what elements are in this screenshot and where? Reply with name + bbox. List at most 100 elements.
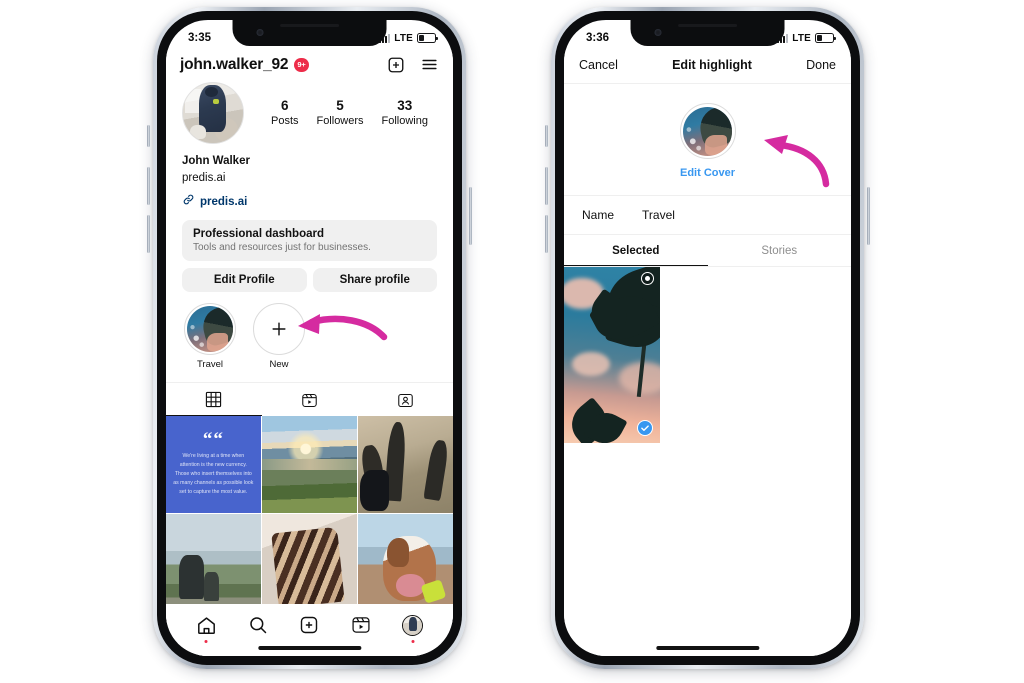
right-phone-bezel: 3:36 LTE Cancel Edit highlight Done Edit…	[555, 11, 860, 665]
stat-following[interactable]: 33 Following	[382, 98, 428, 129]
edit-highlight-navbar: Cancel Edit highlight Done	[564, 50, 851, 84]
power-button[interactable]	[469, 187, 472, 245]
tab-selected[interactable]: Selected	[564, 235, 708, 266]
power-button[interactable]	[867, 187, 870, 245]
mute-switch[interactable]	[147, 125, 150, 147]
story-highlights-row: Travel New	[166, 292, 453, 370]
link-chain-icon	[182, 193, 195, 211]
quote-mark: ““	[202, 428, 224, 450]
reels-icon	[302, 393, 317, 407]
profile-category: predis.ai	[182, 171, 226, 184]
home-indicator[interactable]	[257, 646, 362, 650]
tab-reels[interactable]	[262, 383, 358, 416]
network-label: LTE	[792, 32, 811, 44]
earpiece-speaker	[280, 24, 339, 27]
highlight-cover-thumbnail[interactable]	[679, 103, 736, 159]
edit-highlight-screen: Cancel Edit highlight Done Edit Cover Na…	[564, 50, 851, 656]
highlight-name-row[interactable]: Name Travel	[564, 196, 851, 235]
following-count: 33	[397, 97, 413, 113]
create-icon	[301, 616, 318, 634]
profile-notification-dot	[411, 639, 415, 643]
username-group[interactable]: john.walker_92 9+	[180, 56, 309, 74]
stat-posts[interactable]: 6 Posts	[271, 98, 299, 129]
left-phone-bezel: 3:35 LTE john.walker_92 9+ 6 Posts 5 Fol…	[157, 11, 462, 665]
post-tile[interactable]	[262, 416, 357, 513]
grid-icon	[206, 392, 222, 408]
story-thumbnail-image	[564, 267, 660, 444]
home-notification-dot	[204, 639, 208, 643]
highlight-new[interactable]: New	[253, 303, 305, 370]
tab-grid[interactable]	[166, 383, 262, 417]
volume-up-button[interactable]	[147, 167, 150, 205]
share-profile-button[interactable]: Share profile	[312, 268, 437, 293]
volume-down-button[interactable]	[147, 215, 150, 253]
profile-stats: 6 Posts 5 Followers 33 Following	[252, 98, 437, 129]
story-list	[564, 267, 851, 444]
profile-avatar-icon	[402, 614, 424, 636]
notification-badge: 9+	[294, 57, 309, 72]
posts-count: 6	[280, 97, 289, 113]
left-phone-screen: 3:35 LTE john.walker_92 9+ 6 Posts 5 Fol…	[166, 20, 453, 656]
status-time: 3:36	[586, 32, 610, 44]
mute-switch[interactable]	[545, 125, 548, 147]
front-camera	[256, 29, 264, 36]
story-item[interactable]	[564, 267, 660, 444]
cancel-button[interactable]: Cancel	[579, 58, 618, 72]
volume-up-button[interactable]	[545, 167, 548, 205]
profile-summary-row: 6 Posts 5 Followers 33 Following	[166, 78, 453, 144]
post-tile[interactable]: ““ We're living at a time when attention…	[166, 416, 261, 513]
profile-username: john.walker_92	[180, 55, 289, 73]
content-tabs	[166, 382, 453, 417]
highlight-travel-cover	[187, 306, 233, 353]
profile-link-text: predis.ai	[200, 196, 248, 209]
status-indicators: LTE	[777, 32, 836, 44]
reels-icon	[352, 617, 370, 633]
network-label: LTE	[394, 32, 413, 44]
profile-header: john.walker_92 9+	[166, 50, 453, 78]
name-value[interactable]: Travel	[642, 208, 675, 222]
posts-label: Posts	[270, 114, 299, 127]
tabbar-home[interactable]	[196, 615, 217, 643]
name-label: Name	[582, 208, 615, 222]
volume-down-button[interactable]	[545, 215, 548, 253]
notch	[630, 20, 785, 46]
post-tile[interactable]	[262, 514, 357, 611]
post-tile[interactable]	[358, 416, 453, 513]
tabbar-search[interactable]	[248, 615, 268, 635]
post-tile[interactable]	[358, 514, 453, 611]
tabbar-reels[interactable]	[351, 615, 371, 635]
professional-dashboard-card[interactable]: Professional dashboard Tools and resourc…	[182, 220, 437, 262]
edit-profile-button[interactable]: Edit Profile	[182, 268, 307, 293]
home-indicator[interactable]	[655, 646, 760, 650]
cover-section: Edit Cover	[564, 84, 851, 196]
new-highlight-button[interactable]	[253, 303, 305, 356]
profile-action-buttons: Edit Profile Share profile	[182, 268, 437, 293]
followers-count: 5	[336, 97, 344, 113]
tabbar-create[interactable]	[299, 615, 319, 635]
tagged-icon	[397, 393, 413, 407]
plus-square-icon[interactable]	[387, 56, 405, 74]
edit-cover-button[interactable]: Edit Cover	[680, 167, 735, 179]
plus-icon	[272, 322, 286, 336]
battery-icon	[417, 33, 438, 43]
home-icon	[197, 616, 215, 634]
instagram-profile-screen: john.walker_92 9+ 6 Posts 5 Followers 33…	[166, 50, 453, 656]
profile-bio: John Walker predis.ai	[166, 144, 453, 186]
eye-badge-icon	[640, 272, 654, 285]
post-tile[interactable]	[166, 514, 261, 611]
check-icon[interactable]	[636, 420, 653, 437]
done-button[interactable]: Done	[806, 58, 836, 72]
tab-stories[interactable]: Stories	[708, 235, 852, 266]
stat-followers[interactable]: 5 Followers	[316, 98, 363, 129]
highlight-travel-label: Travel	[196, 359, 224, 371]
highlight-cover-image	[683, 106, 732, 156]
right-phone-frame: 3:36 LTE Cancel Edit highlight Done Edit…	[545, 7, 870, 669]
highlight-travel[interactable]: Travel	[184, 303, 236, 370]
tabbar-profile[interactable]	[402, 614, 424, 643]
hamburger-menu-icon[interactable]	[420, 55, 439, 74]
profile-avatar[interactable]	[182, 82, 244, 144]
tab-tagged[interactable]	[357, 383, 453, 416]
highlight-travel-ring	[184, 303, 236, 356]
profile-link-row[interactable]: predis.ai	[166, 186, 453, 211]
search-icon	[250, 617, 267, 634]
